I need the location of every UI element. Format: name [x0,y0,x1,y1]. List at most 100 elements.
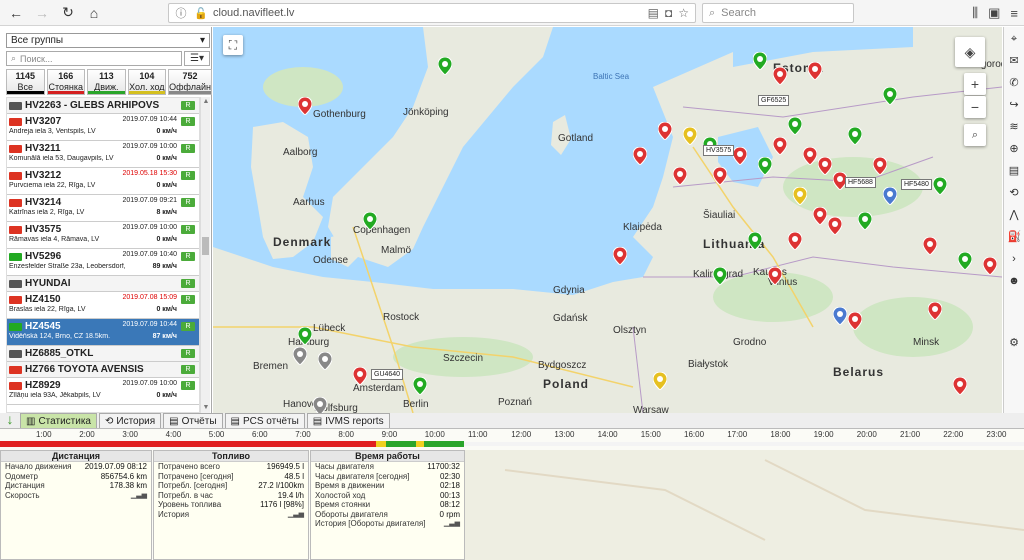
layers-stack-icon[interactable]: ≋ [1008,121,1021,134]
collapse-right-icon[interactable]: › [1008,253,1021,266]
status-counter[interactable]: 166 Стоянка [46,69,86,95]
library-icon[interactable]: ⫼ [972,5,978,21]
vehicle-marker-icon[interactable] [313,397,327,413]
document-icon[interactable]: ▤ [1008,165,1021,178]
tab-history[interactable]: ⟲ История [98,413,162,428]
globe-icon[interactable]: ⊕ [1008,143,1021,156]
vehicle-marker-icon[interactable] [673,167,687,185]
sidebar-icon[interactable]: ▣ [988,5,1000,21]
url-bar[interactable]: ⓘ 🔓 cloud.navifleet.lv ▤ ◘ ☆ [168,3,696,23]
vehicle-plate-tag[interactable]: HV3575 [703,145,735,156]
vehicle-marker-icon[interactable] [353,367,367,385]
forward-icon[interactable]: ↪ [1008,99,1021,112]
vehicle-badge[interactable]: R [181,295,195,304]
vehicle-badge[interactable]: R [181,171,195,180]
user-icon[interactable]: ☻ [1008,275,1021,288]
vehicle-marker-icon[interactable] [858,212,872,230]
vehicle-marker-icon[interactable] [833,307,847,325]
vehicle-marker-icon[interactable] [683,127,697,145]
vehicle-marker-icon[interactable] [813,207,827,225]
vehicle-badge[interactable]: R [181,322,195,331]
vehicle-badge[interactable]: R [181,365,195,374]
timeline[interactable]: 1:00 2:00 3:00 4:00 5:00 6:00 7:00 8:00 9:00 10:0… [0,430,1024,450]
vehicle-row[interactable]: HV3214 2019.07.09 09:21 Katrīnas iela 2, R… [7,195,199,222]
vehicle-marker-icon[interactable] [808,62,822,80]
url-text[interactable]: cloud.navifleet.lv [213,7,648,19]
vehicle-marker-icon[interactable] [953,377,967,395]
vehicle-marker-icon[interactable] [923,237,937,255]
pocket-icon[interactable]: ◘ [665,6,672,20]
info-icon[interactable]: ⓘ [173,5,189,21]
vehicle-marker-icon[interactable] [438,57,452,75]
vehicle-row[interactable]: HV3575 2019.07.09 10:00 Rāmavas iela 4, Rā… [7,222,199,249]
vehicle-row[interactable]: HV3211 2019.07.09 10:00 Komunālā iela 53, … [7,141,199,168]
vehicle-list-scrollbar[interactable]: ▲ ▼ [200,97,210,413]
tab-statistics[interactable]: ▥ Статистика [20,413,97,428]
vehicle-marker-icon[interactable] [848,312,862,330]
vehicle-marker-icon[interactable] [653,372,667,390]
vehicle-marker-icon[interactable] [363,212,377,230]
vehicle-marker-icon[interactable] [928,302,942,320]
map-search-button[interactable]: ⌕ [964,124,986,146]
history-icon[interactable]: ⟲ [1008,187,1021,200]
scroll-thumb[interactable] [202,237,209,255]
chart-icon[interactable]: ▁▃▅ [444,519,460,529]
zoom-out-button[interactable]: − [964,96,986,118]
list-menu-button[interactable]: ☰▾ [184,51,210,66]
reload-icon[interactable]: ↻ [58,3,78,23]
browser-search-input[interactable]: ⌕ Search [702,3,854,23]
vehicle-plate-tag[interactable]: HF5480 [901,179,932,190]
vehicle-row[interactable]: HV3207 2019.07.09 10:44 Andreja iela 3, Ve… [7,114,199,141]
fuel-icon[interactable]: ⛽ [1008,231,1022,244]
vehicle-badge[interactable]: R [181,225,195,234]
vehicle-marker-icon[interactable] [768,267,782,285]
back-icon[interactable]: ← [6,3,26,23]
location-pin-icon[interactable]: ⌖ [1008,33,1021,46]
vehicle-badge[interactable]: R [181,279,195,288]
home-icon[interactable]: ⌂ [84,3,104,23]
vehicle-marker-icon[interactable] [713,267,727,285]
tab-pcs-reports[interactable]: ▤ PCS отчёты [224,413,305,428]
vehicle-row[interactable]: HZ8929 2019.07.09 10:00 Zīlāņu iela 93A, J… [7,378,199,405]
zoom-in-button[interactable]: + [964,73,986,95]
vehicle-marker-icon[interactable] [873,157,887,175]
vehicle-marker-icon[interactable] [713,167,727,185]
vehicle-marker-icon[interactable] [828,217,842,235]
tab-ivms-reports[interactable]: ▤ IVMS reports [306,413,390,428]
mail-icon[interactable]: ✉ [1008,55,1021,68]
vehicle-badge[interactable]: R [181,144,195,153]
vehicle-marker-icon[interactable] [793,187,807,205]
bookmark-star-icon[interactable]: ☆ [678,6,689,20]
tab-reports[interactable]: ▤ Отчёты [163,413,223,428]
vehicle-marker-icon[interactable] [983,257,997,275]
vehicle-marker-icon[interactable] [298,327,312,345]
vehicle-marker-icon[interactable] [773,67,787,85]
chart-icon[interactable]: ▁▃▅ [288,510,304,520]
vehicle-marker-icon[interactable] [803,147,817,165]
vehicle-marker-icon[interactable] [958,252,972,270]
vehicle-row[interactable]: HYUNDAI R [7,276,199,292]
vehicle-plate-tag[interactable]: GF6525 [758,95,790,106]
road-icon[interactable]: ⋀ [1008,209,1021,222]
status-counter[interactable]: 104 Хол. ход [127,69,167,95]
vehicle-badge[interactable]: R [181,117,195,126]
vehicle-marker-icon[interactable] [883,187,897,205]
forward-icon[interactable]: → [32,3,52,23]
vehicle-marker-icon[interactable] [883,87,897,105]
vehicle-marker-icon[interactable] [748,232,762,250]
collapse-down-icon[interactable]: ↓ [0,412,20,428]
scroll-down-icon[interactable]: ▼ [202,404,210,412]
status-counter[interactable]: 113 Движ. [87,69,126,95]
vehicle-row[interactable]: HV2263 - GLEBS ARHIPOVS R [7,98,199,114]
vehicle-marker-icon[interactable] [413,377,427,395]
vehicle-marker-icon[interactable] [658,122,672,140]
vehicle-badge[interactable]: R [181,101,195,110]
fullscreen-button[interactable]: ⛶ [223,35,243,55]
vehicle-marker-icon[interactable] [613,247,627,265]
vehicle-badge[interactable]: R [181,198,195,207]
chart-icon[interactable]: ▁▃▅ [131,491,147,501]
vehicle-badge[interactable]: R [181,381,195,390]
vehicle-plate-tag[interactable]: GU4640 [371,369,404,380]
vehicle-marker-icon[interactable] [758,157,772,175]
gear-icon[interactable]: ⚙ [1008,337,1021,350]
